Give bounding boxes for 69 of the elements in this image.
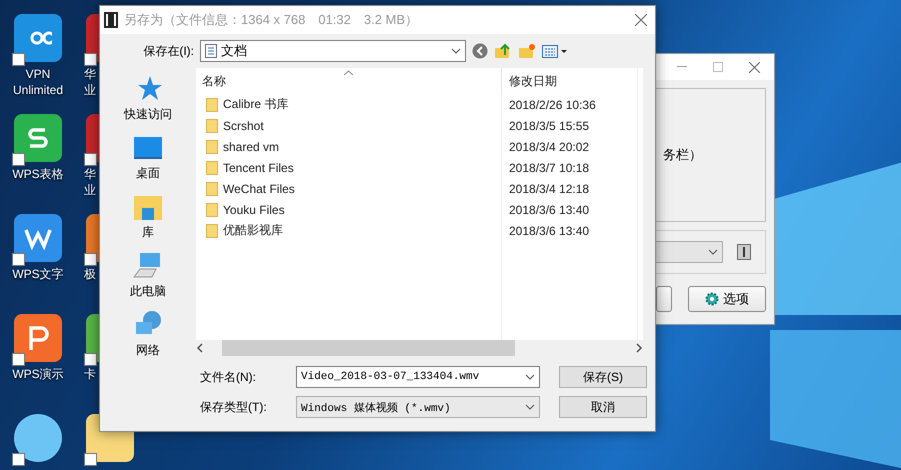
- file-row[interactable]: Tencent Files: [196, 160, 501, 174]
- sort-caret-icon: [344, 70, 353, 75]
- date-cell: 2018/3/4 20:02: [501, 136, 637, 157]
- file-row[interactable]: Scrshot: [196, 118, 501, 132]
- gear-icon: [705, 292, 719, 306]
- button[interactable]: [656, 286, 672, 312]
- cancel-button[interactable]: 取消: [559, 396, 647, 418]
- file-type-dropdown[interactable]: Windows 媒体视频 (*.wmv): [296, 396, 540, 418]
- icon-label: 业: [84, 182, 96, 198]
- place-item[interactable]: 网络: [132, 310, 164, 359]
- file-row[interactable]: Calibre 书库: [196, 96, 501, 113]
- close-icon[interactable]: [749, 62, 760, 72]
- location-dropdown[interactable]: 文档: [200, 40, 466, 62]
- place-item[interactable]: 桌面: [132, 133, 164, 182]
- new-folder-icon[interactable]: [518, 43, 536, 59]
- icon-label: 极: [84, 266, 96, 282]
- column-header[interactable]: 修改日期: [501, 68, 637, 94]
- chevron-down-icon: [708, 249, 718, 255]
- up-folder-icon[interactable]: [494, 43, 512, 59]
- place-item[interactable]: 快速访问: [124, 74, 172, 123]
- icon-label: 卡: [84, 366, 96, 382]
- icon-label: WPS演示: [12, 366, 64, 382]
- icon-label: VPN Unlimited: [12, 66, 64, 98]
- place-item[interactable]: 库: [132, 192, 164, 241]
- place-item[interactable]: 此电脑: [130, 251, 166, 300]
- filename-field[interactable]: Video_2018-03-07_133404.wmv: [296, 366, 540, 388]
- column-header[interactable]: 名称: [196, 72, 501, 90]
- window-title: 另存为（文件信息：1364 x 768 01:32 3.2 MB）: [124, 11, 420, 29]
- icon-label: 华: [84, 166, 96, 182]
- chevron-down-icon: [525, 374, 535, 380]
- folder-icon: [206, 118, 218, 132]
- scroll-left-icon[interactable]: [196, 343, 204, 353]
- folder-icon: [206, 182, 218, 196]
- file-row[interactable]: shared vm: [196, 140, 501, 154]
- view-menu-icon[interactable]: [542, 43, 568, 59]
- date-cell: 2018/3/6 13:40: [501, 199, 637, 220]
- date-cell: 2018/3/5 15:55: [501, 115, 637, 136]
- folder-icon: [206, 140, 218, 154]
- film-icon: [104, 12, 118, 28]
- save-in-label: 保存在(I):: [142, 42, 194, 60]
- icon-label: WPS文字: [12, 266, 64, 282]
- folder-icon: [206, 202, 218, 216]
- date-cell: 2018/3/7 10:18: [501, 157, 637, 178]
- file-row[interactable]: Youku Files: [196, 202, 501, 216]
- file-row[interactable]: 优酷影视库: [196, 222, 501, 239]
- scroll-right-icon[interactable]: [635, 343, 643, 353]
- date-cell: 2018/3/6 13:40: [501, 220, 637, 241]
- chevron-down-icon: [525, 404, 535, 410]
- icon-label: 华: [84, 66, 96, 82]
- tool-icon[interactable]: [737, 244, 751, 260]
- document-icon: [205, 44, 217, 58]
- type-label: 保存类型(T):: [200, 398, 268, 416]
- icon-label: WPS表格: [12, 166, 64, 182]
- save-button[interactable]: 保存(S): [559, 366, 647, 388]
- icon-label: 业: [84, 82, 96, 98]
- date-cell: 2018/3/4 12:18: [501, 178, 637, 199]
- back-icon[interactable]: [472, 43, 488, 59]
- options-button[interactable]: 选项: [688, 286, 766, 312]
- chevron-down-icon: [451, 48, 461, 54]
- folder-icon: [206, 160, 218, 174]
- filename-label: 文件名(N):: [200, 368, 257, 386]
- folder-icon: [206, 224, 218, 238]
- date-cell: 2018/2/26 10:36: [501, 94, 637, 115]
- folder-icon: [206, 98, 218, 112]
- close-icon[interactable]: [635, 14, 647, 26]
- file-row[interactable]: WeChat Files: [196, 182, 501, 196]
- dropdown[interactable]: [653, 241, 723, 263]
- option-text: 务栏）: [663, 146, 702, 164]
- minimize-icon[interactable]: [677, 66, 687, 68]
